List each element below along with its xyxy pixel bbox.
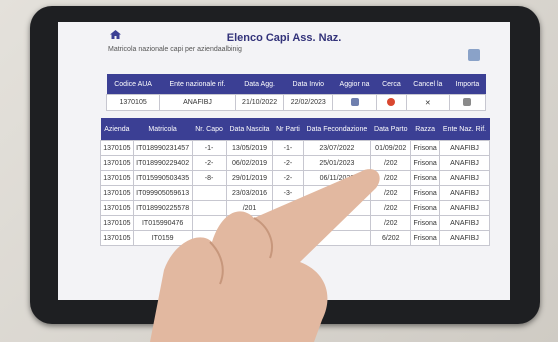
table-cell: ANAFIBJ <box>439 200 490 216</box>
table-cell: ANAFIBJ <box>439 170 490 186</box>
table-cell: ANAFIBJ <box>439 230 490 246</box>
cerca-button[interactable] <box>375 94 407 111</box>
table-cell: Frisona <box>410 215 441 231</box>
col-ente-nazionale: Ente nazionale rif. <box>159 74 236 95</box>
filter-data-invio[interactable]: 22/02/2023 <box>283 94 334 111</box>
col-cerca: Cerca <box>376 74 407 95</box>
cancella-button[interactable]: ✕ <box>405 94 450 111</box>
table-cell: Frisona <box>410 230 441 246</box>
table-cell: 1370105 <box>100 170 134 186</box>
page-title: Elenco Capi Ass. Naz. <box>226 32 342 44</box>
col-aggiorna: Aggior na <box>332 74 377 95</box>
capi-col-0: Azienda <box>100 118 134 141</box>
capi-col-2: Nr. Capo <box>192 118 227 141</box>
aggiorna-button[interactable] <box>332 94 377 111</box>
table-cell: Frisona <box>410 185 441 201</box>
capi-col-5: Data Fecondazione <box>303 118 371 141</box>
importa-button[interactable] <box>448 94 487 111</box>
col-codice-aua: Codice AUA <box>106 74 160 95</box>
filter-codice-aua[interactable]: 1370105 <box>105 94 161 111</box>
table-cell: ANAFIBJ <box>439 185 490 201</box>
table-cell: 1370105 <box>100 185 134 201</box>
table-cell: Frisona <box>410 170 441 186</box>
table-cell: ANAFIBJ <box>439 155 490 171</box>
database-icon[interactable] <box>468 49 480 61</box>
table-cell: 1370105 <box>100 230 134 246</box>
table-cell: 1370105 <box>100 140 134 156</box>
col-cancella: Cancel la <box>406 74 450 95</box>
capi-col-7: Razza <box>410 118 440 141</box>
table-cell: ANAFIBJ <box>439 140 490 156</box>
capi-col-4: Nr Parti <box>272 118 304 141</box>
capi-col-1: Matricola <box>133 118 193 141</box>
col-data-invio: Data Invio <box>283 74 333 95</box>
table-cell: 1370105 <box>100 155 134 171</box>
search-icon <box>387 97 396 106</box>
import-icon <box>463 97 472 106</box>
table-cell: ANAFIBJ <box>439 215 490 231</box>
table-cell: Frisona <box>410 200 441 216</box>
table-cell: Frisona <box>410 140 441 156</box>
table-cell: Frisona <box>410 155 441 171</box>
capi-col-3: Data Nascita <box>226 118 273 141</box>
table-cell: 1370105 <box>100 215 134 231</box>
capi-col-8: Ente Naz. Rif. <box>439 118 490 141</box>
page-subtitle: Matricola nazionale capi per aziendaalbi… <box>108 46 242 53</box>
col-importa: Importa <box>449 74 486 95</box>
filter-data-agg[interactable]: 21/10/2022 <box>234 94 285 111</box>
filter-table: Codice AUA Ente nazionale rif. Data Agg.… <box>105 74 487 111</box>
hand-pointing <box>150 169 380 342</box>
table-cell: 1370105 <box>100 200 134 216</box>
filter-ente[interactable]: ANAFIBJ <box>159 94 236 111</box>
refresh-icon <box>350 97 359 106</box>
close-icon: ✕ <box>424 99 431 107</box>
col-data-agg: Data Agg. <box>235 74 284 95</box>
capi-col-6: Data Parto <box>370 118 411 141</box>
